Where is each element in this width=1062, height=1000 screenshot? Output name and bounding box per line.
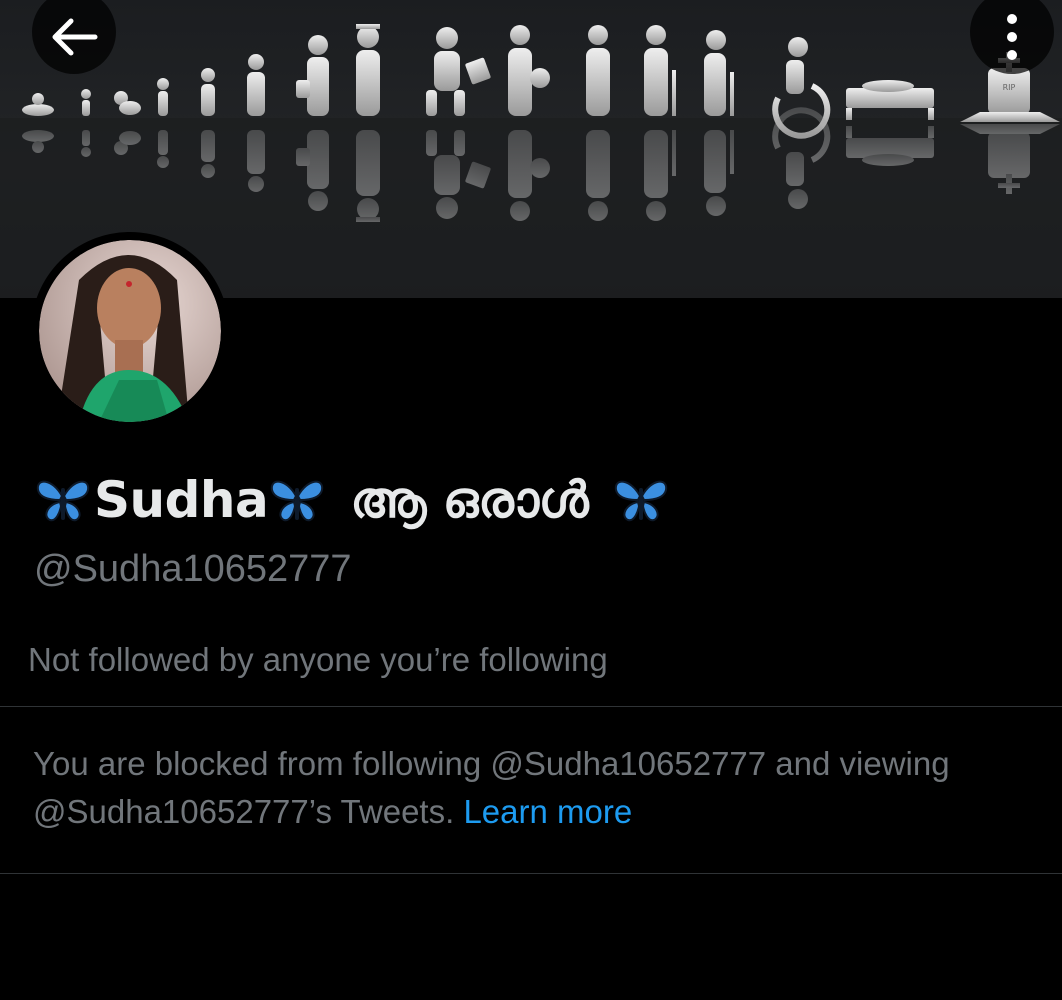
arrow-left-icon (52, 18, 98, 56)
display-name-malayalam: ആ ഒരാൾ (350, 470, 589, 529)
display-name: Sudha ആ ഒരാൾ (34, 468, 670, 532)
blocked-notice: You are blocked from following @Sudha106… (33, 740, 1033, 836)
learn-more-link[interactable]: Learn more (463, 793, 632, 830)
divider (0, 873, 1062, 874)
followers-you-know: Not followed by anyone you’re following (28, 641, 608, 678)
tombstone-text: RIP (1003, 83, 1016, 92)
vertical-ellipsis-icon (1007, 14, 1017, 60)
display-name-text: Sudha (94, 471, 269, 529)
divider (0, 706, 1062, 707)
profile-photo (39, 240, 221, 422)
user-handle: @Sudha10652777 (34, 548, 352, 590)
butterfly-emoji-icon (615, 480, 668, 522)
butterfly-emoji-icon (36, 480, 90, 522)
butterfly-emoji-icon (271, 480, 324, 522)
avatar[interactable] (31, 232, 229, 430)
